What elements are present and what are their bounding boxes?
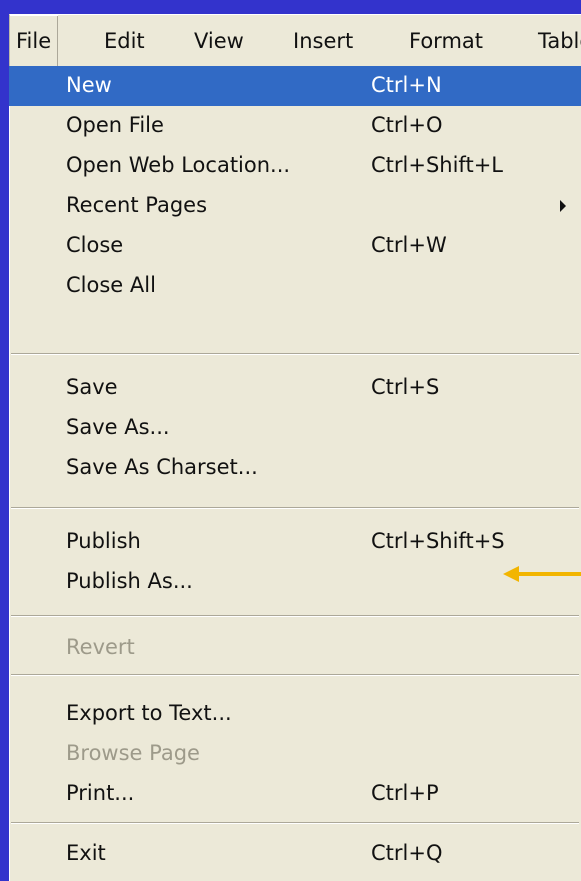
menu-item-open-web-location[interactable]: Open Web Location... Ctrl+Shift+L [9,146,581,186]
menu-separator [11,353,579,355]
menu-item-exit[interactable]: Exit Ctrl+Q [9,834,581,874]
menu-item-print[interactable]: Print... Ctrl+P [9,774,581,814]
menu-item-label: Revert [66,635,135,659]
menu-separator [11,615,579,617]
menu-item-close-all[interactable]: Close All [9,266,581,306]
menu-item-shortcut: Ctrl+Shift+S [371,529,505,553]
menu-item-save[interactable]: Save Ctrl+S [9,368,581,408]
menu-separator [11,507,579,509]
menu-item-label: Open Web Location... [66,153,291,177]
menu-item-shortcut: Ctrl+Shift+L [371,153,503,177]
menu-item-label: Close All [66,273,156,297]
menu-item-label: Save [66,375,118,399]
menu-table[interactable]: Table [538,15,581,67]
menu-item-label: New [66,73,112,97]
menu-item-label: Export to Text... [66,701,232,725]
menu-item-label: Publish [66,529,141,553]
file-menu-dropdown: New Ctrl+N Open File Ctrl+O Open Web Loc… [9,66,581,881]
menu-insert[interactable]: Insert [293,15,353,67]
menu-item-publish[interactable]: Publish Ctrl+Shift+S [9,522,581,562]
menu-item-export-to-text[interactable]: Export to Text... [9,694,581,734]
menu-item-save-as-charset[interactable]: Save As Charset... [9,448,581,488]
menu-edit[interactable]: Edit [104,15,145,67]
menu-item-label: Publish As... [66,569,193,593]
menu-item-label: Save As Charset... [66,455,258,479]
menu-item-label: Save As... [66,415,170,439]
menu-item-shortcut: Ctrl+Q [371,841,443,865]
menu-item-save-as[interactable]: Save As... [9,408,581,448]
menu-item-label: Exit [66,841,106,865]
menu-item-publish-as[interactable]: Publish As... [9,562,581,602]
arrow-left-icon [503,566,581,582]
menu-item-open-file[interactable]: Open File Ctrl+O [9,106,581,146]
menu-view[interactable]: View [194,15,244,67]
menu-item-browse-page: Browse Page [9,734,581,774]
menu-item-shortcut: Ctrl+S [371,375,440,399]
menu-item-new[interactable]: New Ctrl+N [9,66,581,106]
menu-item-label: Open File [66,113,164,137]
menu-separator [11,674,579,676]
menu-item-label: Recent Pages [66,193,208,217]
menu-item-shortcut: Ctrl+P [371,781,439,805]
menu-bar: File Edit View Insert Format Table [9,14,581,67]
menu-item-shortcut: Ctrl+O [371,113,443,137]
menu-format[interactable]: Format [409,15,483,67]
menu-separator [11,822,579,824]
submenu-arrow-icon [560,200,566,212]
menu-file[interactable]: File [10,15,59,67]
menu-item-label: Close [66,233,124,257]
menu-item-recent-pages[interactable]: Recent Pages [9,186,581,226]
menu-item-label: Browse Page [66,741,200,765]
menu-item-close[interactable]: Close Ctrl+W [9,226,581,266]
menu-item-label: Print... [66,781,135,805]
menu-item-shortcut: Ctrl+N [371,73,442,97]
menu-item-revert: Revert [9,628,581,668]
menu-item-shortcut: Ctrl+W [371,233,447,257]
